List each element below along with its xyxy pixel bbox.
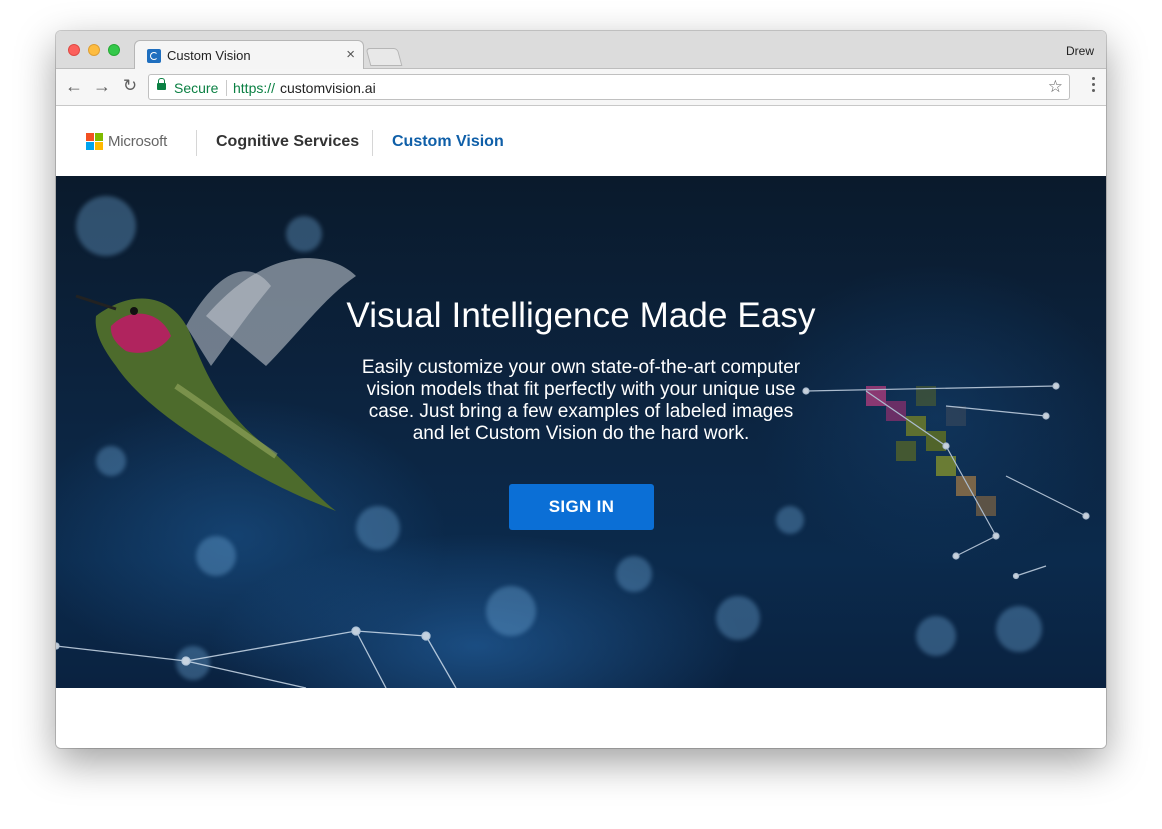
address-divider — [226, 80, 227, 96]
hero-description: Easily customize your own state-of-the-a… — [361, 357, 801, 444]
tab-strip: Custom Vision × Drew — [56, 31, 1106, 70]
microsoft-wordmark[interactable]: Microsoft — [108, 133, 167, 150]
custom-vision-link[interactable]: Custom Vision — [392, 133, 504, 151]
address-bar[interactable]: Secure https:// customvision.ai ☆ — [148, 74, 1070, 100]
header-divider — [196, 130, 197, 156]
reload-icon[interactable]: ↻ — [120, 76, 140, 96]
window-close-button[interactable] — [68, 44, 80, 56]
network-graph — [56, 626, 457, 688]
url-scheme: https:// — [233, 80, 276, 96]
favicon-icon — [147, 49, 161, 63]
browser-window: Custom Vision × Drew ← → ↻ Secure https:… — [56, 31, 1106, 748]
header-divider — [372, 130, 373, 156]
pixelated-hummingbird-image — [802, 382, 1090, 580]
secure-label: Secure — [174, 80, 219, 96]
window-maximize-button[interactable] — [108, 44, 120, 56]
site-header: Microsoft Cognitive Services Custom Visi… — [56, 106, 1106, 176]
forward-arrow-icon[interactable]: → — [92, 76, 112, 96]
bookmark-star-icon[interactable]: ☆ — [1048, 77, 1063, 97]
new-tab-button[interactable] — [365, 48, 403, 66]
sign-in-button[interactable]: SIGN IN — [509, 484, 654, 530]
browser-menu-icon[interactable] — [1092, 77, 1096, 97]
cognitive-services-link[interactable]: Cognitive Services — [216, 133, 359, 151]
profile-name[interactable]: Drew — [1066, 44, 1094, 58]
tab-title: Custom Vision — [167, 48, 251, 63]
window-minimize-button[interactable] — [88, 44, 100, 56]
browser-toolbar: ← → ↻ Secure https:// customvision.ai ☆ — [56, 69, 1106, 106]
microsoft-logo-icon[interactable] — [86, 133, 103, 150]
page-footer-area — [56, 688, 1106, 748]
hero-banner: Visual Intelligence Made Easy Easily cus… — [56, 176, 1106, 688]
hero-title: Visual Intelligence Made Easy — [346, 296, 816, 335]
lock-icon — [157, 78, 166, 90]
tab-custom-vision[interactable]: Custom Vision × — [134, 40, 364, 70]
back-arrow-icon[interactable]: ← — [64, 76, 84, 96]
tab-close-icon[interactable]: × — [346, 46, 355, 63]
url-host: customvision.ai — [280, 80, 376, 96]
